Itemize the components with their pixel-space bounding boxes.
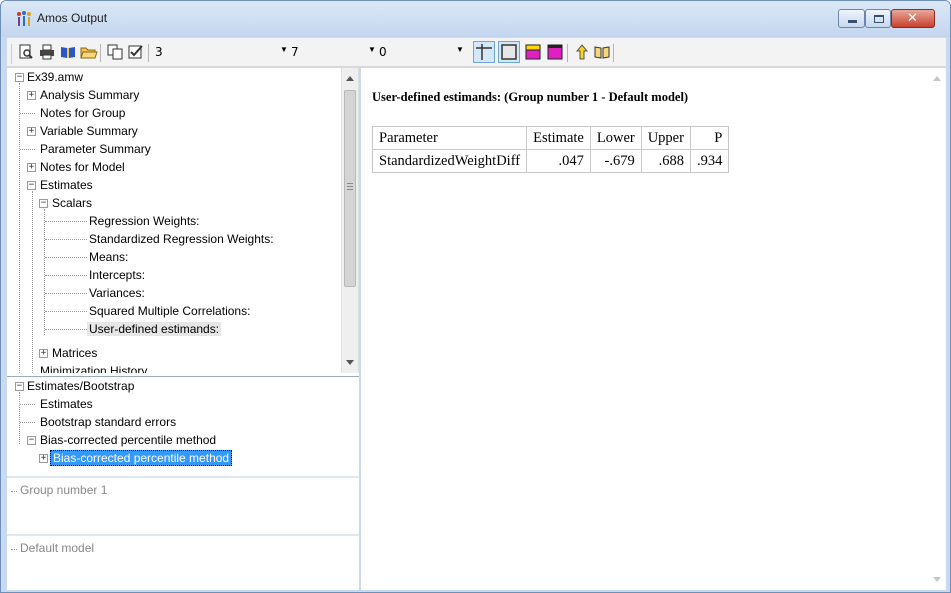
title-bar: Amos Output ✕ bbox=[1, 1, 950, 37]
expand-icon[interactable]: + bbox=[39, 454, 48, 463]
tree-item-notes-for-group[interactable]: Notes for Group bbox=[40, 106, 125, 120]
model-pane: Default model bbox=[7, 534, 359, 590]
table-cell: StandardizedWeightDiff bbox=[371, 149, 528, 173]
expand-icon[interactable]: + bbox=[39, 349, 48, 358]
tree-item-minimization-history[interactable]: Minimization History bbox=[40, 364, 147, 373]
navigation-pane: − Ex39.amw + Analysis Summary Notes for … bbox=[7, 68, 359, 590]
scroll-thumb[interactable] bbox=[344, 90, 356, 287]
column-header: P bbox=[689, 126, 730, 150]
table-width-field[interactable]: 7 bbox=[291, 45, 299, 59]
minimize-button[interactable] bbox=[838, 9, 865, 28]
tree-item-estimates[interactable]: Estimates bbox=[40, 178, 93, 192]
output-pane: User-defined estimands: (Group number 1 … bbox=[361, 68, 946, 590]
bootstrap-item-standard-errors[interactable]: Bootstrap standard errors bbox=[40, 415, 176, 429]
scroll-down-icon[interactable] bbox=[933, 577, 941, 582]
copy-icon[interactable] bbox=[106, 43, 124, 61]
section-heading: User-defined estimands: (Group number 1 … bbox=[372, 90, 689, 104]
scroll-up-icon[interactable] bbox=[933, 76, 941, 81]
tree-item-parameter-summary[interactable]: Parameter Summary bbox=[40, 142, 151, 156]
close-button[interactable]: ✕ bbox=[891, 9, 935, 28]
estimands-table: Parameter Estimate Lower Upper P Standar… bbox=[371, 126, 730, 173]
tree-scrollbar[interactable] bbox=[341, 68, 358, 373]
group-pane: Group number 1 bbox=[7, 476, 359, 533]
table-cell: .688 bbox=[640, 149, 691, 173]
tree-item-variances[interactable]: Variances: bbox=[89, 286, 145, 300]
tree-item-matrices[interactable]: Matrices bbox=[52, 346, 97, 360]
column-header: Estimate bbox=[526, 126, 591, 150]
decimals-dropdown-icon[interactable]: ▼ bbox=[280, 45, 288, 54]
column-header: Upper bbox=[640, 126, 691, 150]
collapse-icon[interactable]: − bbox=[15, 382, 24, 391]
tree-item-user-defined-estimands[interactable]: User-defined estimands: bbox=[87, 322, 222, 336]
output-tree: − Ex39.amw + Analysis Summary Notes for … bbox=[7, 68, 359, 373]
tree-item-standardized-regression-weights[interactable]: Standardized Regression Weights: bbox=[89, 232, 274, 246]
table-header-row: Parameter Estimate Lower Upper P bbox=[371, 126, 730, 150]
collapse-icon[interactable]: − bbox=[39, 199, 48, 208]
tree-item-regression-weights[interactable]: Regression Weights: bbox=[89, 214, 200, 228]
table-row: StandardizedWeightDiff .047 -.679 .688 .… bbox=[371, 149, 730, 173]
open-folder-icon[interactable] bbox=[80, 43, 98, 61]
tree-item-variable-summary[interactable]: Variable Summary bbox=[40, 124, 138, 138]
table-width-dropdown-icon[interactable]: ▼ bbox=[368, 45, 376, 54]
bootstrap-root[interactable]: Estimates/Bootstrap bbox=[27, 379, 134, 393]
options-check-icon[interactable] bbox=[127, 43, 145, 61]
column-header: Parameter bbox=[371, 126, 528, 150]
book-icon[interactable] bbox=[59, 43, 77, 61]
tree-item-squared-multiple-correlations[interactable]: Squared Multiple Correlations: bbox=[89, 304, 250, 318]
third-field[interactable]: 0 bbox=[379, 45, 387, 59]
table-cell: .047 bbox=[526, 149, 591, 173]
amos-app-icon bbox=[17, 11, 31, 26]
expand-icon[interactable]: + bbox=[27, 163, 36, 172]
output-scrollbar[interactable] bbox=[929, 68, 946, 590]
bootstrap-item-bias-corrected[interactable]: Bias-corrected percentile method bbox=[40, 433, 216, 447]
decimals-field[interactable]: 3 bbox=[155, 45, 163, 59]
collapse-icon[interactable]: − bbox=[15, 73, 24, 82]
collapse-icon[interactable]: − bbox=[27, 436, 36, 445]
group-label[interactable]: Group number 1 bbox=[20, 483, 107, 497]
tree-item-analysis-summary[interactable]: Analysis Summary bbox=[40, 88, 139, 102]
scroll-up-icon[interactable] bbox=[346, 76, 354, 81]
magenta-block-icon[interactable] bbox=[546, 43, 564, 61]
bootstrap-tree: − Estimates/Bootstrap Estimates Bootstra… bbox=[7, 376, 359, 476]
maximize-button[interactable] bbox=[865, 9, 891, 28]
magenta-header-icon[interactable] bbox=[524, 43, 542, 61]
grid-lines-icon[interactable] bbox=[473, 41, 495, 63]
model-label[interactable]: Default model bbox=[20, 541, 94, 555]
scroll-down-icon[interactable] bbox=[346, 360, 354, 365]
column-header: Lower bbox=[589, 126, 642, 150]
table-cell: .934 bbox=[689, 149, 730, 173]
tree-item-means[interactable]: Means: bbox=[89, 250, 128, 264]
expand-icon[interactable]: + bbox=[27, 127, 36, 136]
third-dropdown-icon[interactable]: ▼ bbox=[456, 45, 464, 54]
tree-root[interactable]: Ex39.amw bbox=[27, 70, 83, 84]
window-title: Amos Output bbox=[37, 11, 108, 25]
tree-item-notes-for-model[interactable]: Notes for Model bbox=[40, 160, 125, 174]
print-preview-icon[interactable] bbox=[17, 43, 35, 61]
help-book-icon[interactable] bbox=[593, 43, 611, 61]
collapse-icon[interactable]: − bbox=[27, 181, 36, 190]
print-icon[interactable] bbox=[38, 43, 56, 61]
expand-icon[interactable]: + bbox=[27, 91, 36, 100]
tree-item-intercepts[interactable]: Intercepts: bbox=[89, 268, 145, 282]
tree-item-scalars[interactable]: Scalars bbox=[52, 196, 92, 210]
frame-icon[interactable] bbox=[498, 41, 520, 63]
bootstrap-item-estimates[interactable]: Estimates bbox=[40, 397, 93, 411]
amos-output-window: Amos Output ✕ 3 ▼ 7 ▼ 0 ▼ − Ex39.amw + A… bbox=[0, 0, 951, 593]
toolbar: 3 ▼ 7 ▼ 0 ▼ bbox=[7, 38, 946, 67]
table-cell: -.679 bbox=[589, 149, 642, 173]
bootstrap-item-bias-corrected-selected[interactable]: Bias-corrected percentile method bbox=[50, 450, 233, 466]
pointer-icon[interactable] bbox=[573, 43, 591, 61]
